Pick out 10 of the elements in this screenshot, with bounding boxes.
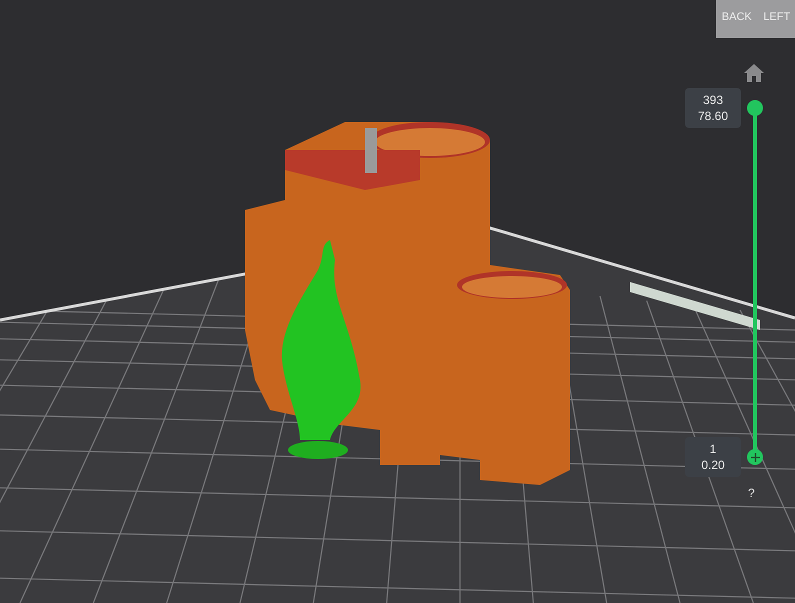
layer-height: 0.20 [701, 457, 725, 473]
cube-face-label: BACK [722, 10, 752, 25]
layer-number: 1 [710, 441, 716, 457]
layer-number: 393 [702, 92, 724, 108]
cube-face-label: LEFT [763, 10, 790, 25]
home-icon[interactable] [744, 64, 764, 82]
layer-height: 78.60 [698, 108, 728, 124]
plus-icon [750, 452, 760, 462]
help-button[interactable]: ? [748, 484, 755, 502]
slider-handle[interactable] [747, 100, 763, 116]
